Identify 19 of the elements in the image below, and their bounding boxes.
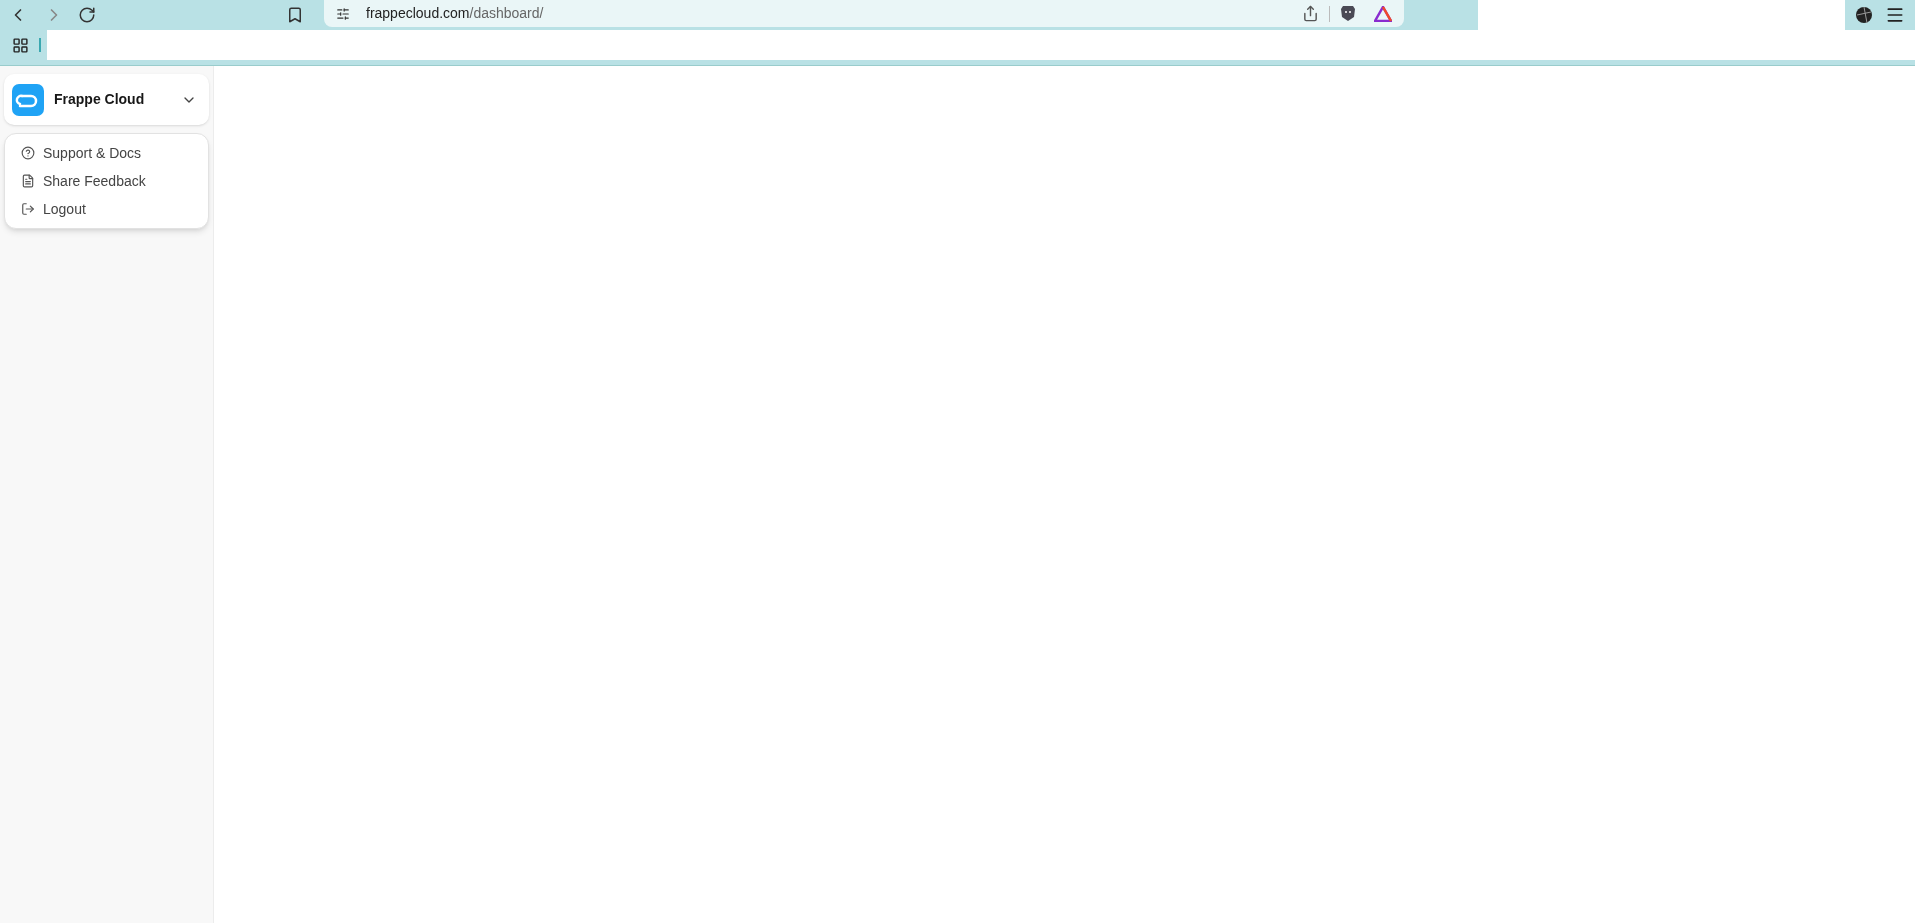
menu-icon[interactable]	[1885, 5, 1905, 25]
site-settings-icon[interactable]	[336, 6, 350, 21]
cloud-logo-icon	[12, 83, 44, 116]
menu-item[interactable]: Logout	[9, 195, 204, 223]
triangle-icon[interactable]	[1374, 5, 1392, 22]
share-icon[interactable]	[1302, 5, 1319, 22]
url-text: frappecloud.com/dashboard/	[366, 4, 544, 23]
help-icon	[21, 146, 35, 160]
logout-icon	[21, 202, 35, 216]
menu-item[interactable]: Share Feedback	[9, 167, 204, 195]
profile-icon[interactable]	[1855, 6, 1873, 24]
shield-icon[interactable]	[1340, 5, 1356, 22]
bookmark-icon[interactable]	[286, 6, 304, 24]
feedback-icon	[21, 174, 35, 188]
menu-item[interactable]: Support & Docs	[9, 139, 204, 167]
apps-icon[interactable]	[12, 36, 29, 54]
team-switcher[interactable]: Frappe Cloud	[4, 74, 209, 125]
address-bar[interactable]: frappecloud.com/dashboard/	[324, 0, 1404, 27]
reload-icon[interactable]	[78, 6, 96, 24]
